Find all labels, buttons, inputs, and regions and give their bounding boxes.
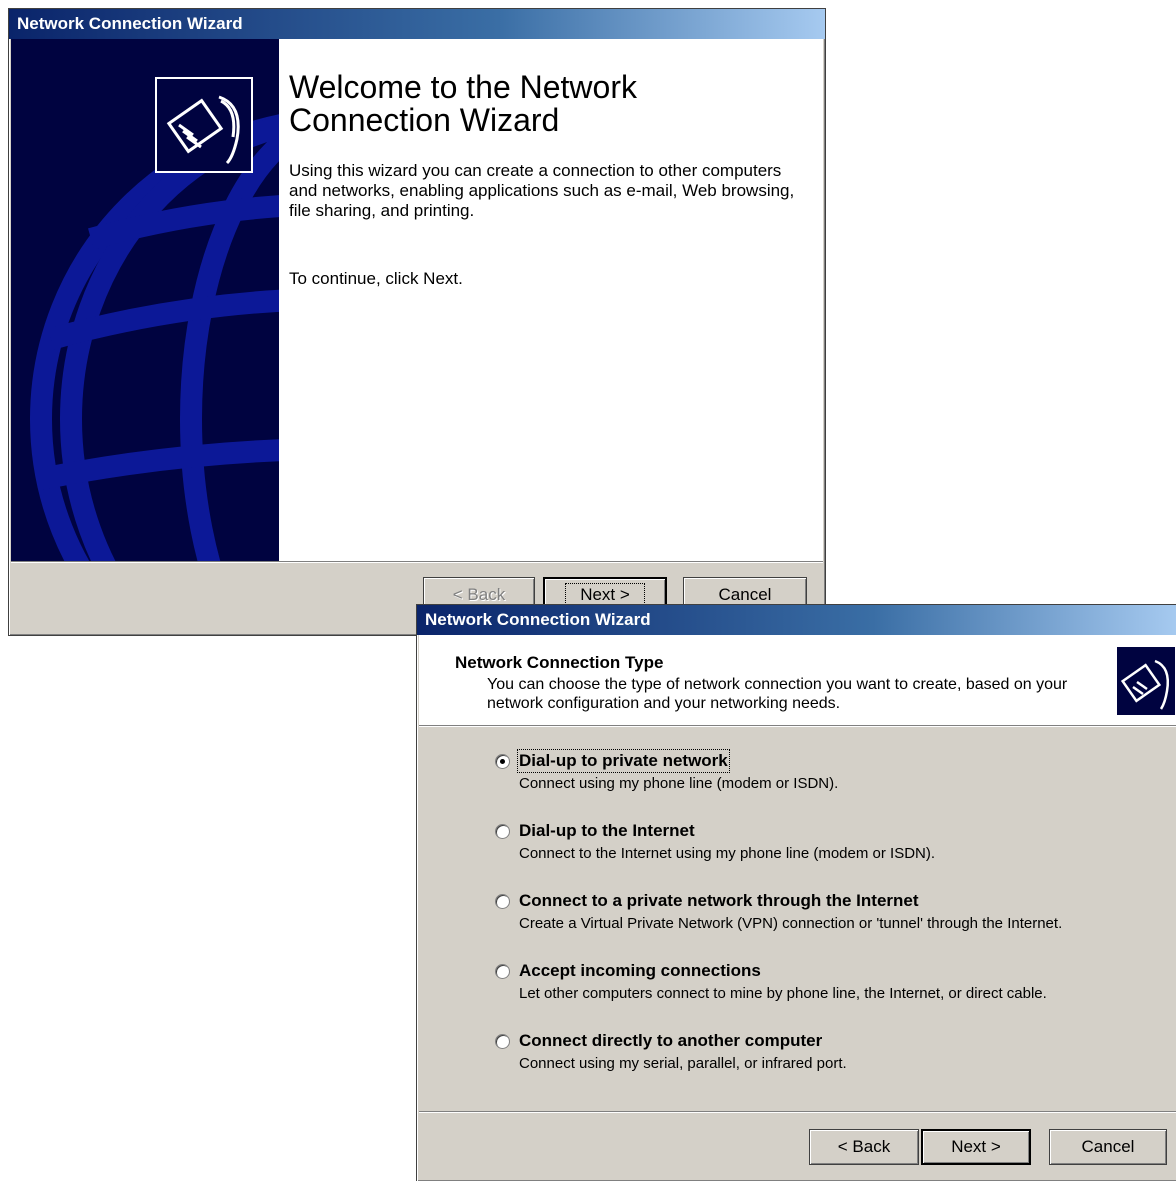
radio-icon[interactable] xyxy=(495,964,510,979)
welcome-window-titlebar[interactable]: Network Connection Wizard xyxy=(9,9,825,39)
option-description: Create a Virtual Private Network (VPN) c… xyxy=(519,915,1063,932)
option-label: Connect directly to another computer xyxy=(519,1031,823,1050)
radio-icon[interactable] xyxy=(495,1034,510,1049)
option-description: Connect using my phone line (modem or IS… xyxy=(519,775,839,792)
welcome-content: Welcome to the Network Connection Wizard… xyxy=(279,39,823,561)
continue-instruction: To continue, click Next. xyxy=(289,269,463,288)
radio-icon[interactable] xyxy=(495,894,510,909)
connection-type-window: Network Connection Wizard Network Connec… xyxy=(416,604,1176,1181)
option-label: Dial-up to the Internet xyxy=(519,821,695,840)
option-label: Dial-up to private network xyxy=(517,749,730,773)
option-description: Let other computers connect to mine by p… xyxy=(519,985,1047,1002)
cancel-button[interactable]: Cancel xyxy=(1049,1129,1167,1165)
wizard-banner xyxy=(11,39,279,561)
page-title: Network Connection Type xyxy=(455,653,664,672)
connection-type-titlebar[interactable]: Network Connection Wizard xyxy=(417,605,1176,635)
button-separator xyxy=(419,1111,1176,1113)
network-cable-icon xyxy=(1117,647,1175,715)
welcome-description: Using this wizard you can create a conne… xyxy=(289,161,795,220)
option-description: Connect to the Internet using my phone l… xyxy=(519,845,936,862)
network-cable-icon xyxy=(155,77,253,173)
back-button[interactable]: < Back xyxy=(809,1129,919,1165)
option-label: Connect to a private network through the… xyxy=(519,891,919,910)
welcome-heading: Welcome to the Network Connection Wizard xyxy=(289,69,637,138)
wizard-header: Network Connection Type You can choose t… xyxy=(419,635,1176,725)
radio-icon[interactable] xyxy=(495,754,510,769)
page-subtitle: You can choose the type of network conne… xyxy=(487,676,1068,712)
button-separator xyxy=(11,561,823,563)
next-button[interactable]: Next > xyxy=(921,1129,1031,1165)
radio-icon[interactable] xyxy=(495,824,510,839)
header-separator xyxy=(419,725,1176,727)
welcome-wizard-window: Network Connection Wizard Welcome to the… xyxy=(8,8,826,636)
option-label: Accept incoming connections xyxy=(519,961,761,980)
option-description: Connect using my serial, parallel, or in… xyxy=(519,1055,847,1072)
